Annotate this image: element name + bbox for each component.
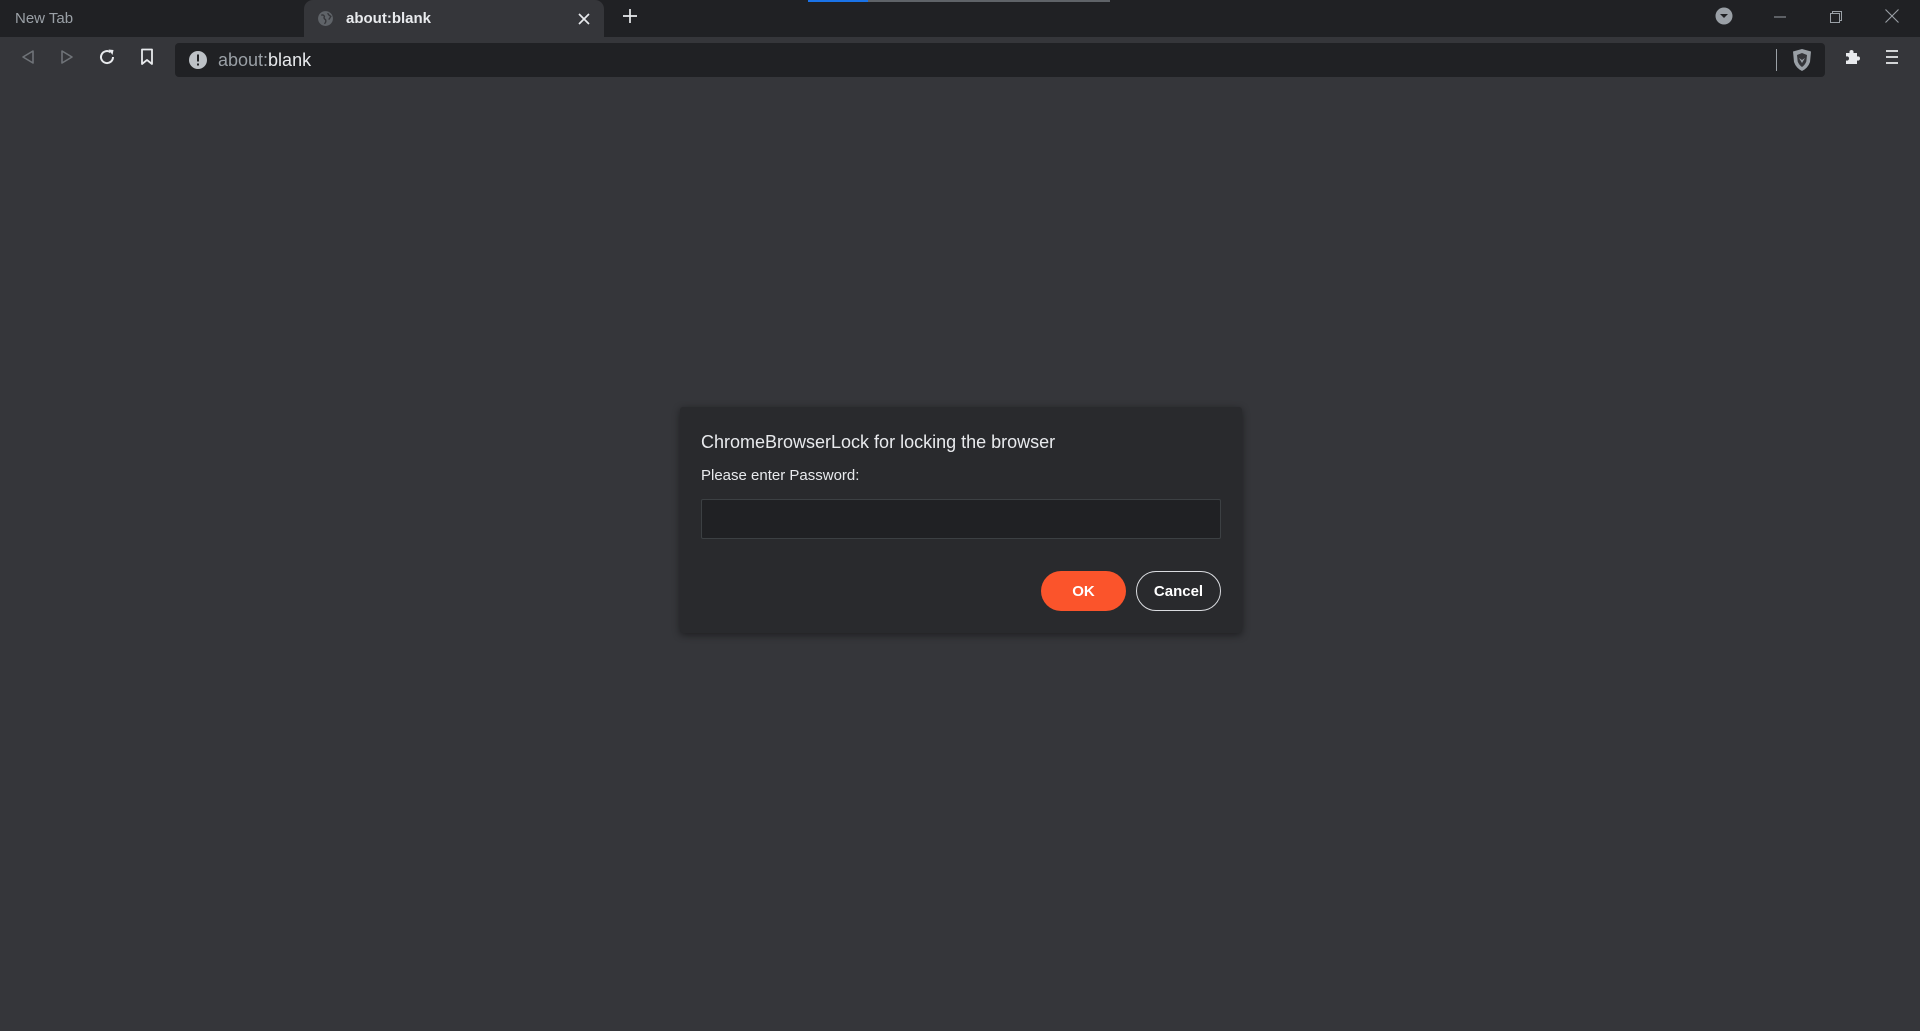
tab-search-button[interactable]	[1702, 0, 1746, 37]
cancel-button[interactable]: Cancel	[1136, 571, 1221, 611]
prompt-dialog: ChromeBrowserLock for locking the browse…	[680, 407, 1242, 633]
url-scheme: about:	[218, 49, 269, 70]
dialog-buttons: OK Cancel	[1041, 571, 1221, 611]
url-path: blank	[268, 49, 312, 70]
forward-icon	[59, 49, 75, 70]
restore-icon	[1830, 10, 1842, 28]
password-input[interactable]	[701, 499, 1221, 539]
back-icon	[20, 49, 36, 70]
chevron-down-icon	[1715, 7, 1733, 30]
extensions-button[interactable]	[1836, 43, 1868, 75]
back-button[interactable]	[12, 43, 44, 75]
reload-button[interactable]	[91, 43, 123, 75]
dialog-title: ChromeBrowserLock for locking the browse…	[701, 432, 1056, 452]
minimize-icon	[1774, 10, 1786, 28]
brave-shields-icon[interactable]	[1789, 47, 1815, 73]
tab-about-blank[interactable]: about:blank	[304, 0, 604, 37]
tab-title: New Tab	[15, 10, 74, 27]
loading-indicator	[808, 0, 1110, 2]
dialog-message: Please enter Password:	[701, 467, 860, 484]
ok-button[interactable]: OK	[1041, 571, 1126, 611]
new-tab-button[interactable]	[616, 4, 644, 32]
reload-icon	[98, 48, 116, 71]
puzzle-icon	[1843, 48, 1861, 71]
forward-button[interactable]	[51, 43, 83, 75]
omnibox-divider	[1776, 49, 1777, 71]
globe-icon	[316, 10, 334, 28]
minimize-button[interactable]	[1752, 0, 1808, 37]
window-controls	[1702, 0, 1920, 37]
tab-title: about:blank	[346, 10, 431, 27]
close-icon	[1885, 9, 1899, 28]
plus-icon	[622, 8, 638, 29]
restore-button[interactable]	[1808, 0, 1864, 37]
tab-strip: New Tab about:blank	[0, 0, 1920, 37]
info-icon[interactable]	[187, 49, 209, 71]
close-icon[interactable]	[572, 7, 596, 31]
bookmark-icon	[140, 48, 154, 71]
hamburger-menu-icon	[1885, 49, 1899, 70]
window-close-button[interactable]	[1864, 0, 1920, 37]
omnibox[interactable]: about:blank	[175, 43, 1825, 77]
address-bar-url[interactable]: about:blank	[218, 50, 1776, 71]
main-menu-button[interactable]	[1876, 43, 1908, 75]
toolbar: about:blank	[0, 37, 1920, 82]
page-content: ChromeBrowserLock for locking the browse…	[0, 82, 1920, 1031]
loading-progress-fill	[808, 0, 869, 2]
tab-new-tab[interactable]: New Tab	[0, 0, 302, 37]
bookmark-button[interactable]	[131, 43, 163, 75]
